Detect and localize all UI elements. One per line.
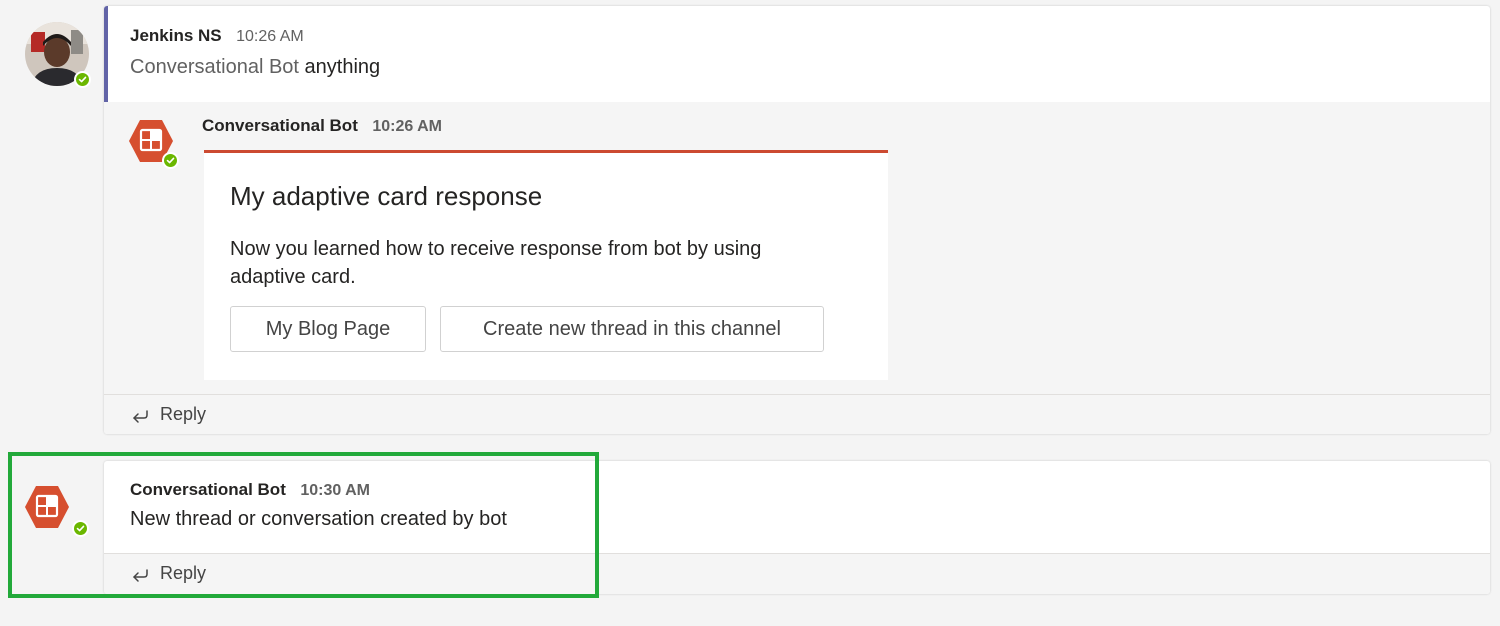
reply-label: Reply xyxy=(160,563,207,583)
card-text: Now you learned how to receive response … xyxy=(230,238,762,288)
reply-button[interactable]: Reply xyxy=(104,394,1490,434)
reply-arrow-icon xyxy=(133,410,148,423)
post-body: Conversational Bot anything xyxy=(130,56,380,79)
create-new-thread-button[interactable]: Create new thread in this channel xyxy=(440,306,824,352)
bot-mention[interactable]: Conversational Bot xyxy=(130,56,299,78)
reply-button[interactable]: Reply xyxy=(104,553,1490,594)
timestamp: 10:30 AM xyxy=(300,482,370,499)
post-text: New thread or conversation created by bo… xyxy=(130,508,507,530)
bot-avatar[interactable] xyxy=(128,118,179,169)
adaptive-card: My adaptive card response Now you learne… xyxy=(204,150,888,380)
user-avatar[interactable] xyxy=(25,22,91,88)
message-thread: Jenkins NS 10:26 AM Conversational Bot a… xyxy=(104,6,1490,434)
bot-name[interactable]: Conversational Bot xyxy=(130,480,286,499)
post-text: anything xyxy=(298,56,381,78)
presence-available-icon xyxy=(74,71,91,88)
author-name[interactable]: Jenkins NS xyxy=(130,26,222,45)
thread-accent-bar xyxy=(104,6,108,102)
reply-arrow-icon xyxy=(133,569,148,582)
bot-name[interactable]: Conversational Bot xyxy=(202,116,358,135)
presence-available-icon xyxy=(162,152,179,169)
reply-label: Reply xyxy=(160,404,207,424)
post-header: Conversational Bot 10:30 AM xyxy=(130,480,370,500)
bot-avatar[interactable] xyxy=(24,484,89,537)
presence-available-icon xyxy=(72,520,89,537)
post-header: Jenkins NS 10:26 AM xyxy=(130,26,304,46)
reply-header: Conversational Bot 10:26 AM xyxy=(202,116,442,136)
message-thread: Conversational Bot 10:30 AM New thread o… xyxy=(104,461,1490,594)
replies-section: Conversational Bot 10:26 AM My adaptive … xyxy=(104,102,1490,434)
my-blog-page-button[interactable]: My Blog Page xyxy=(230,306,426,352)
timestamp: 10:26 AM xyxy=(372,118,442,135)
timestamp: 10:26 AM xyxy=(236,28,304,45)
card-title: My adaptive card response xyxy=(230,181,543,211)
